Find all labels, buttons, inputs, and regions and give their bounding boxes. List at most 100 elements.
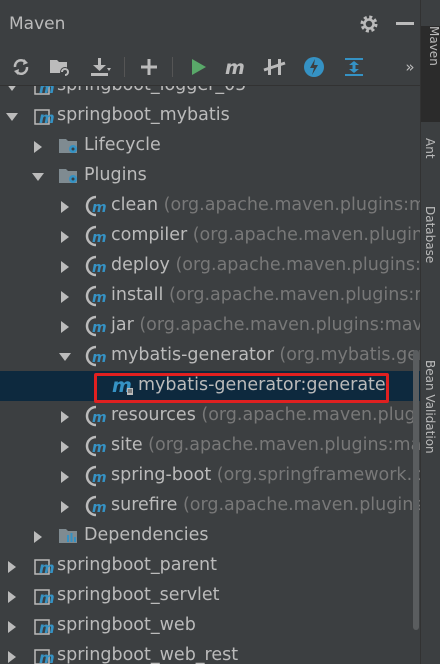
add-folder-icon[interactable]: [47, 54, 73, 80]
tree-row-title: springboot_web_rest: [57, 645, 239, 664]
svg-text:m: m: [39, 109, 55, 127]
tree-row-coordinates: (org.mybatis.gene: [279, 345, 420, 365]
tree-row-label: jar (org.apache.maven.plugins:maven: [111, 315, 420, 335]
module-icon: m: [33, 86, 55, 97]
minimize-icon[interactable]: [396, 22, 414, 25]
tree-row-title: resources: [111, 405, 196, 425]
more-icon[interactable]: »: [400, 54, 420, 80]
expand-arrow-right-icon[interactable]: [58, 319, 72, 333]
tree-row-clean[interactable]: mclean (org.apache.maven.plugins:maven: [0, 191, 420, 221]
tree-row-dependencies[interactable]: Dependencies: [0, 521, 420, 551]
plugin-icon: m: [85, 255, 107, 277]
tree-row-title: springboot_web: [57, 615, 196, 635]
side-tab-bean-validation[interactable]: Bean Validation: [423, 360, 437, 454]
plugin-icon: m: [85, 225, 107, 247]
expand-arrow-right-icon[interactable]: [5, 559, 19, 573]
tree-row-install[interactable]: m install (org.apache.maven.plugins:ma: [0, 281, 420, 311]
svg-text:m: m: [92, 350, 107, 366]
tree-row-coordinates: (org.apache.maven.plugins:m: [192, 225, 420, 245]
expand-arrow-right-icon[interactable]: [58, 229, 72, 243]
tree-row-resources[interactable]: m resources (org.apache.maven.plugins: [0, 401, 420, 431]
expand-arrow-down-icon[interactable]: [58, 349, 72, 363]
tree-row-label: Plugins: [84, 165, 147, 185]
tree-row-springboot_mybatis[interactable]: m springboot_mybatis: [0, 101, 420, 131]
reload-icon[interactable]: [8, 54, 34, 80]
expand-arrow-right-icon[interactable]: [58, 199, 72, 213]
expand-arrow-right-icon[interactable]: [58, 469, 72, 483]
side-tab-ant[interactable]: Ant: [423, 138, 437, 159]
folder-icon: [58, 135, 80, 157]
tree-row-springboot_web[interactable]: m springboot_web: [0, 611, 420, 641]
expand-arrow-down-icon[interactable]: [31, 169, 45, 183]
tree-row-compiler[interactable]: mcompiler (org.apache.maven.plugins:m: [0, 221, 420, 251]
run-icon[interactable]: [185, 54, 211, 80]
tree-row-title: mybatis-generator: [111, 345, 274, 365]
tree-row-label: resources (org.apache.maven.plugins: [111, 405, 420, 425]
svg-text:m: m: [92, 200, 107, 216]
tree-row-coordinates: (org.apache.maven.plugins:m: [177, 495, 420, 515]
tree-row-surefire[interactable]: m surefire (org.apache.maven.plugins:m: [0, 491, 420, 521]
svg-text:m: m: [92, 410, 107, 426]
tree-row-coordinates: (org.apache.maven.plugins:ma: [175, 255, 420, 275]
gear-icon[interactable]: [358, 13, 380, 35]
expand-arrow-right-icon[interactable]: [5, 589, 19, 603]
expand-arrow-right-icon[interactable]: [58, 499, 72, 513]
svg-text:m: m: [39, 559, 55, 577]
tree-row-title: surefire: [111, 495, 178, 515]
tree-row-label: deploy (org.apache.maven.plugins:ma: [111, 255, 420, 275]
side-tab-maven[interactable]: Maven: [421, 26, 440, 122]
tool-window-header: Maven: [0, 0, 420, 48]
tree-row-plugins[interactable]: Plugins: [0, 161, 420, 191]
tree-row-coordinates: (org.springframework.bo: [211, 465, 420, 485]
module-icon: m: [33, 585, 55, 607]
module-icon: m: [33, 615, 55, 637]
tree-row-label: spring-boot (org.springframework.bo: [111, 465, 420, 485]
plus-icon[interactable]: [136, 54, 162, 80]
expand-arrow-right-icon[interactable]: [5, 649, 19, 663]
expand-arrow-right-icon[interactable]: [58, 289, 72, 303]
download-icon[interactable]: [87, 54, 113, 80]
tree-row-springboot_servlet[interactable]: m springboot_servlet: [0, 581, 420, 611]
tree-row-title: install: [111, 285, 164, 305]
tree-row-title: clean: [111, 195, 159, 215]
tree-row-title: springboot_mybatis: [57, 105, 230, 125]
module-icon: m: [33, 105, 55, 127]
toggle-offline-icon[interactable]: [262, 54, 288, 80]
tree-row-springboot_parent[interactable]: m springboot_parent: [0, 551, 420, 581]
expand-arrow-right-icon[interactable]: [31, 139, 45, 153]
svg-text:m: m: [92, 470, 107, 486]
side-tab-database[interactable]: Database: [423, 206, 437, 263]
maven-goal-icon[interactable]: m: [223, 54, 249, 80]
svg-text:m: m: [39, 86, 55, 97]
expand-arrow-right-icon[interactable]: [5, 619, 19, 633]
tree-row-lifecycle[interactable]: Lifecycle: [0, 131, 420, 161]
expand-arrow-right-icon[interactable]: [58, 439, 72, 453]
plugin-icon: m: [85, 495, 107, 517]
tree-row-springboot_logger_05[interactable]: mspringboot_logger_05: [0, 86, 420, 101]
tree-row-title: site: [111, 435, 143, 455]
tree-row-spring-boot[interactable]: m spring-boot (org.springframework.bo: [0, 461, 420, 491]
tree-row-jar[interactable]: m jar (org.apache.maven.plugins:maven: [0, 311, 420, 341]
tree-row-coordinates: (org.apache.maven.plugins:ma: [163, 285, 420, 305]
collapse-all-icon[interactable]: [341, 54, 367, 80]
tree-row-mybatis-generator[interactable]: mmybatis-generator (org.mybatis.gene: [0, 341, 420, 371]
tree-row-deploy[interactable]: mdeploy (org.apache.maven.plugins:ma: [0, 251, 420, 281]
tree-row-label: surefire (org.apache.maven.plugins:m: [111, 495, 420, 515]
tree-row-title: Dependencies: [84, 525, 209, 545]
scrollbar[interactable]: [413, 350, 419, 630]
plugin-icon: m: [85, 315, 107, 337]
tree-row-label: mybatis-generator (org.mybatis.gene: [111, 345, 420, 365]
toolbar: m »: [0, 48, 420, 86]
skip-tests-icon[interactable]: [301, 54, 327, 80]
tree-row-site[interactable]: m site (org.apache.maven.plugins:mave: [0, 431, 420, 461]
tree-row-springboot_web_rest[interactable]: m springboot_web_rest: [0, 641, 420, 664]
expand-arrow-down-icon[interactable]: [5, 109, 19, 123]
highlight-box: [94, 373, 389, 403]
expand-arrow-right-icon[interactable]: [58, 259, 72, 273]
expand-arrow-right-icon[interactable]: [58, 409, 72, 423]
expand-arrow-right-icon[interactable]: [31, 529, 45, 543]
svg-text:m: m: [92, 440, 107, 456]
expand-arrow-down-icon[interactable]: [5, 86, 19, 93]
tree-row-coordinates: (org.apache.maven.plugins:mave: [142, 435, 420, 455]
tree-row-title: springboot_parent: [57, 555, 217, 575]
